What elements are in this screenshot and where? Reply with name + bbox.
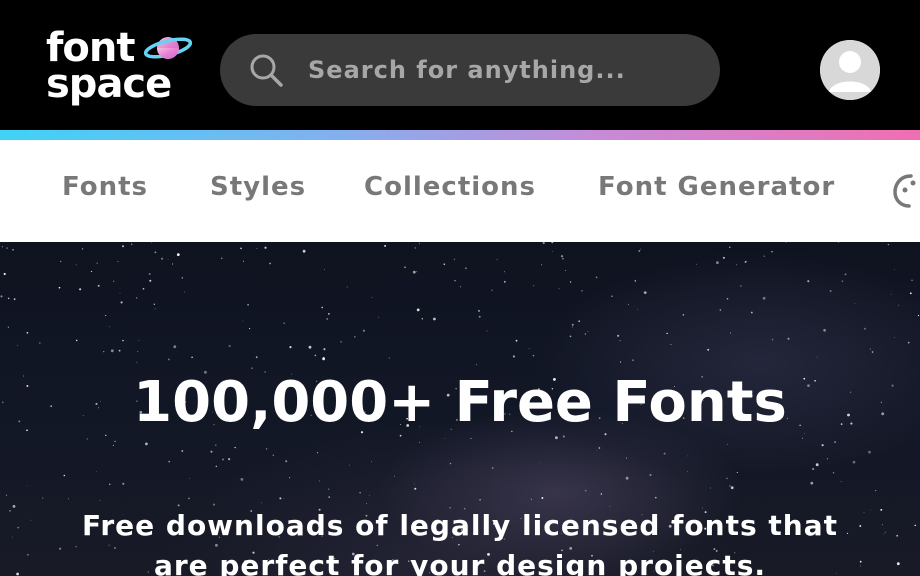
nav-item-collections[interactable]: Collections xyxy=(364,172,536,202)
fontspace-logo[interactable]: font space xyxy=(46,28,196,110)
nav-item-font-generator[interactable]: Font Generator xyxy=(598,172,835,202)
main-nav: Fonts Styles Collections Font Generator xyxy=(0,140,920,242)
hero-title: 100,000+ Free Fonts xyxy=(133,370,787,435)
search-icon[interactable] xyxy=(248,52,284,88)
accent-gradient-bar xyxy=(0,130,920,140)
hero-subtitle: Free downloads of legally licensed fonts… xyxy=(82,509,838,576)
search-bar[interactable] xyxy=(220,34,720,106)
hero-section: 100,000+ Free Fonts Free downloads of le… xyxy=(0,242,920,576)
logo-text-space: space xyxy=(46,61,172,107)
more-icon[interactable] xyxy=(893,172,920,210)
top-bar: font space xyxy=(0,0,920,130)
nav-item-styles[interactable]: Styles xyxy=(210,172,306,202)
search-input[interactable] xyxy=(308,34,698,106)
user-avatar-icon[interactable] xyxy=(820,40,880,100)
planet-icon xyxy=(144,37,192,59)
nav-item-fonts[interactable]: Fonts xyxy=(62,172,148,202)
